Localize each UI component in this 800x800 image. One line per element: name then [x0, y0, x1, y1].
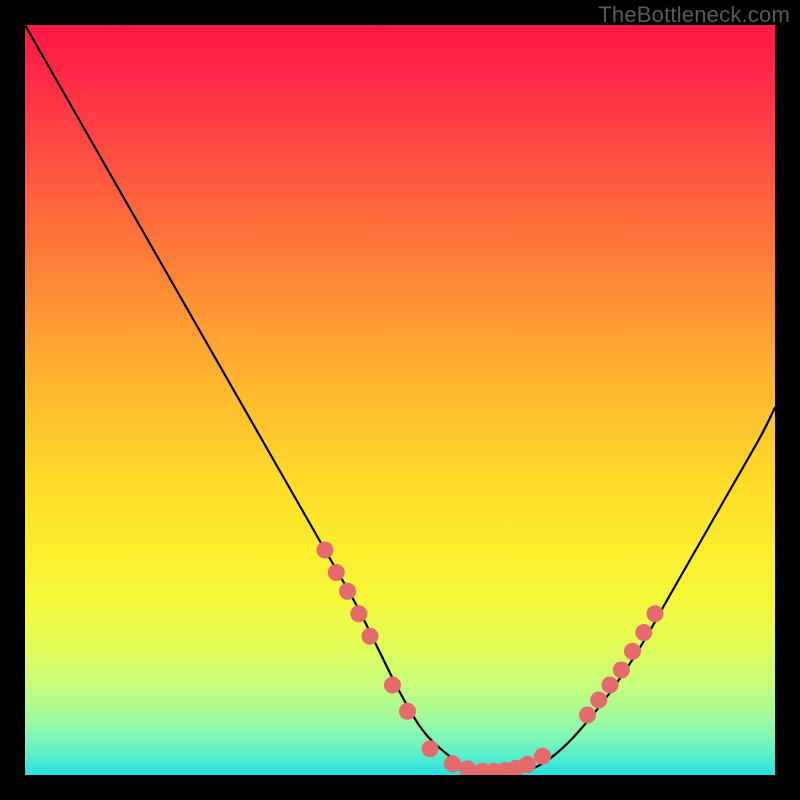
- curve-marker: [602, 677, 619, 694]
- curve-marker: [317, 542, 334, 559]
- curve-marker: [459, 761, 476, 776]
- curve-marker: [350, 605, 367, 622]
- chart-frame: TheBottleneck.com: [0, 0, 800, 800]
- curve-marker: [384, 677, 401, 694]
- curve-marker: [613, 662, 630, 679]
- plot-area: [25, 25, 775, 775]
- curve-marker: [362, 628, 379, 645]
- curve-marker: [399, 703, 416, 720]
- curve-marker: [328, 564, 345, 581]
- curve-marker: [647, 605, 664, 622]
- curve-marker: [579, 707, 596, 724]
- curve-marker: [444, 755, 461, 772]
- curve-layer: [25, 25, 775, 775]
- curve-marker: [339, 583, 356, 600]
- curve-marker: [624, 643, 641, 660]
- curve-marker: [534, 748, 551, 765]
- curve-marker: [590, 692, 607, 709]
- bottleneck-curve: [25, 25, 775, 772]
- watermark-text: TheBottleneck.com: [598, 2, 790, 28]
- highlighted-points-group: [317, 542, 664, 776]
- curve-marker: [519, 756, 536, 773]
- curve-marker: [635, 624, 652, 641]
- curve-marker: [422, 740, 439, 757]
